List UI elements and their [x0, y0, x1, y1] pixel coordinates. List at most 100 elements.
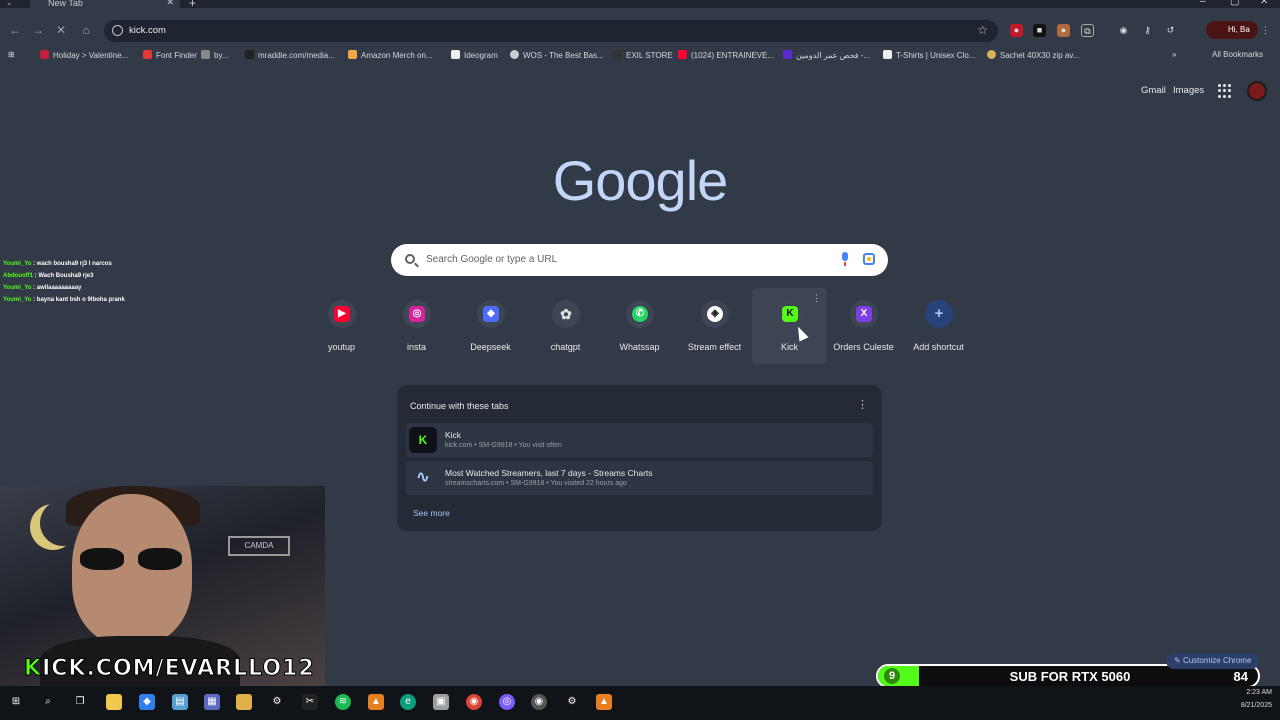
shortcut-chatgpt[interactable]: ✿ chatgpt — [528, 288, 603, 364]
tab-search-icon[interactable]: ⌄ — [6, 0, 13, 7]
app-icon[interactable]: ◆ — [139, 694, 155, 710]
spotify-icon[interactable]: ≋ — [335, 694, 351, 710]
extension-icon[interactable]: ● — [1057, 24, 1070, 37]
shortcut-label: chatgpt — [550, 342, 581, 352]
all-bookmarks-button[interactable]: All Bookmarks — [1212, 50, 1263, 59]
chrome-icon[interactable]: ◉ — [466, 694, 482, 710]
search-icon[interactable]: ⌕ — [40, 694, 56, 710]
sunglasses — [80, 548, 184, 570]
forward-icon[interactable]: → — [29, 21, 47, 39]
maximize-icon[interactable]: ▢ — [1230, 0, 1239, 7]
google-apps-icon[interactable] — [1218, 84, 1232, 98]
bookmark-item[interactable]: (1024) ENTRAINEVE... — [678, 50, 774, 60]
extension-icon[interactable]: ● — [1010, 24, 1023, 37]
tab-new-tab[interactable]: New Tab ✕ — [30, 0, 180, 8]
edge-icon[interactable]: e — [400, 694, 416, 710]
bookmark-favicon — [510, 50, 519, 59]
minimize-icon[interactable]: – — [1200, 0, 1206, 7]
file-explorer-icon[interactable] — [106, 694, 122, 710]
clock-time: 2:23 AM — [1246, 689, 1272, 696]
profile-chip[interactable]: Hi, Ba — [1206, 21, 1258, 39]
site-info-icon[interactable] — [112, 25, 123, 36]
bookmark-item[interactable]: Holiday > Valentine... — [40, 50, 128, 60]
bookmark-star-icon[interactable]: ☆ — [977, 23, 988, 37]
shortcut-more-icon[interactable]: ⋮ — [812, 293, 821, 304]
avatar[interactable] — [1247, 81, 1267, 101]
app-icon[interactable]: ▤ — [172, 694, 188, 710]
close-window-icon[interactable]: ✕ — [1260, 0, 1268, 7]
bookmark-item[interactable]: EXIL STORE — [613, 50, 673, 60]
extensions-puzzle-icon[interactable]: ⧉ — [1081, 24, 1094, 37]
shortcut-orders-culeste[interactable]: X Orders Culeste — [826, 288, 901, 364]
chat-user: Abdouoff1 — [3, 273, 33, 279]
item-title: Kick — [445, 430, 462, 440]
apps-grid-icon[interactable]: ⊞ — [8, 50, 15, 59]
see-more-link[interactable]: See more — [413, 508, 450, 518]
back-icon[interactable]: ← — [6, 21, 24, 39]
taskbar: ⊞ ⌕ ❐ ◆ ▤ ▦ ⚙ ✂ ≋ ▲ e ▣ ◉ ◎ ◉ ⚙ ▲ 2:23 A… — [0, 686, 1280, 720]
obs-icon[interactable]: ◉ — [531, 694, 547, 710]
steam-icon[interactable]: ⚙ — [564, 694, 580, 710]
chrome-menu-icon[interactable]: ⋮ — [1259, 24, 1272, 37]
bookmark-item[interactable]: Ideogram — [451, 50, 498, 60]
bookmark-label: WOS - The Best Bas... — [523, 51, 604, 60]
shortcut-kick[interactable]: K Kick ⋮ — [752, 288, 827, 364]
images-link[interactable]: Images — [1173, 85, 1204, 96]
close-tab-icon[interactable]: ✕ — [166, 0, 174, 8]
shortcut-add[interactable]: + Add shortcut — [901, 288, 976, 364]
google-lens-icon[interactable] — [863, 253, 875, 265]
steam-icon[interactable]: ⚙ — [269, 694, 285, 710]
card-menu-icon[interactable]: ⋮ — [857, 398, 868, 411]
list-item[interactable]: ∿ Most Watched Streamers, last 7 days - … — [406, 461, 873, 495]
incognito-icon[interactable]: ◉ — [1117, 24, 1130, 37]
search-input[interactable]: Search Google or type a URL — [426, 254, 557, 265]
channel-url-text: ICK.COM/EVARLLO12 — [42, 656, 315, 682]
list-item[interactable]: K Kick kick.com • SM-G9918 • You visit o… — [406, 423, 873, 457]
bookmarks-overflow-icon[interactable]: » — [1172, 50, 1176, 59]
shortcut-stream-effect[interactable]: ◈ Stream effect — [677, 288, 752, 364]
address-text[interactable]: kick.com — [129, 25, 166, 36]
shortcut-whatssap[interactable]: ✆ Whatssap — [602, 288, 677, 364]
bookmark-item[interactable]: T-Shirts | Unisex Clo... — [883, 50, 975, 60]
shortcut-deepseek[interactable]: ◆ Deepseek — [453, 288, 528, 364]
search-box[interactable]: Search Google or type a URL — [391, 244, 888, 276]
capcut-icon[interactable]: ✂ — [302, 694, 318, 710]
bookmark-item[interactable]: فحص عمر الدومين -... — [783, 50, 870, 60]
bookmark-item[interactable]: Amazon Merch on... — [348, 50, 433, 60]
shortcut-insta[interactable]: ◎ insta — [379, 288, 454, 364]
folder-icon[interactable] — [236, 694, 252, 710]
extension-icon[interactable]: ■ — [1033, 24, 1046, 37]
bookmark-item[interactable]: mraddie.com/media... — [245, 50, 335, 60]
stop-loading-icon[interactable]: ✕ — [52, 21, 70, 39]
calculator-icon[interactable]: ▦ — [204, 694, 220, 710]
chat-text: : awilaaaaaaaaay — [31, 285, 82, 291]
gmail-link[interactable]: Gmail — [1141, 85, 1166, 96]
sub-goal-text: SUB FOR RTX 5060 — [1009, 669, 1131, 684]
bookmark-favicon — [987, 50, 996, 59]
home-icon[interactable]: ⌂ — [77, 21, 95, 39]
item-title: Most Watched Streamers, last 7 days - St… — [445, 468, 653, 478]
address-bar[interactable]: kick.com ☆ — [104, 20, 998, 42]
app-icon[interactable]: ▲ — [368, 694, 384, 710]
bookmark-item[interactable]: Font Finder — [143, 50, 197, 60]
shortcut-youtup[interactable]: ▶ youtup — [304, 288, 379, 364]
history-icon[interactable]: ↺ — [1164, 24, 1177, 37]
customize-chrome-button[interactable]: ✎ Customize Chrome — [1166, 653, 1260, 669]
bookmark-label: Holiday > Valentine... — [53, 51, 129, 60]
password-key-icon[interactable]: ⚷ — [1141, 24, 1154, 37]
bookmark-label: Ideogram — [464, 51, 498, 60]
windows-start-icon[interactable]: ⊞ — [8, 694, 24, 710]
system-clock[interactable]: 2:23 AM 8/21/2025 — [1241, 686, 1272, 712]
bookmark-label: Font Finder — [156, 51, 197, 60]
bookmark-item[interactable]: Sachet 40X30 zip av... — [987, 50, 1079, 60]
voice-search-icon[interactable] — [841, 252, 849, 266]
new-tab-button[interactable]: + — [189, 0, 196, 10]
app-icon[interactable]: ▣ — [433, 694, 449, 710]
app-icon[interactable]: ▲ — [596, 694, 612, 710]
app-icon[interactable]: ◎ — [499, 694, 515, 710]
bookmark-item[interactable]: WOS - The Best Bas... — [510, 50, 604, 60]
task-view-icon[interactable]: ❐ — [72, 694, 88, 710]
chat-user: Youmi_Yo — [3, 261, 32, 267]
shortcut-label: insta — [406, 342, 426, 352]
bookmark-item[interactable]: by... — [201, 50, 229, 60]
